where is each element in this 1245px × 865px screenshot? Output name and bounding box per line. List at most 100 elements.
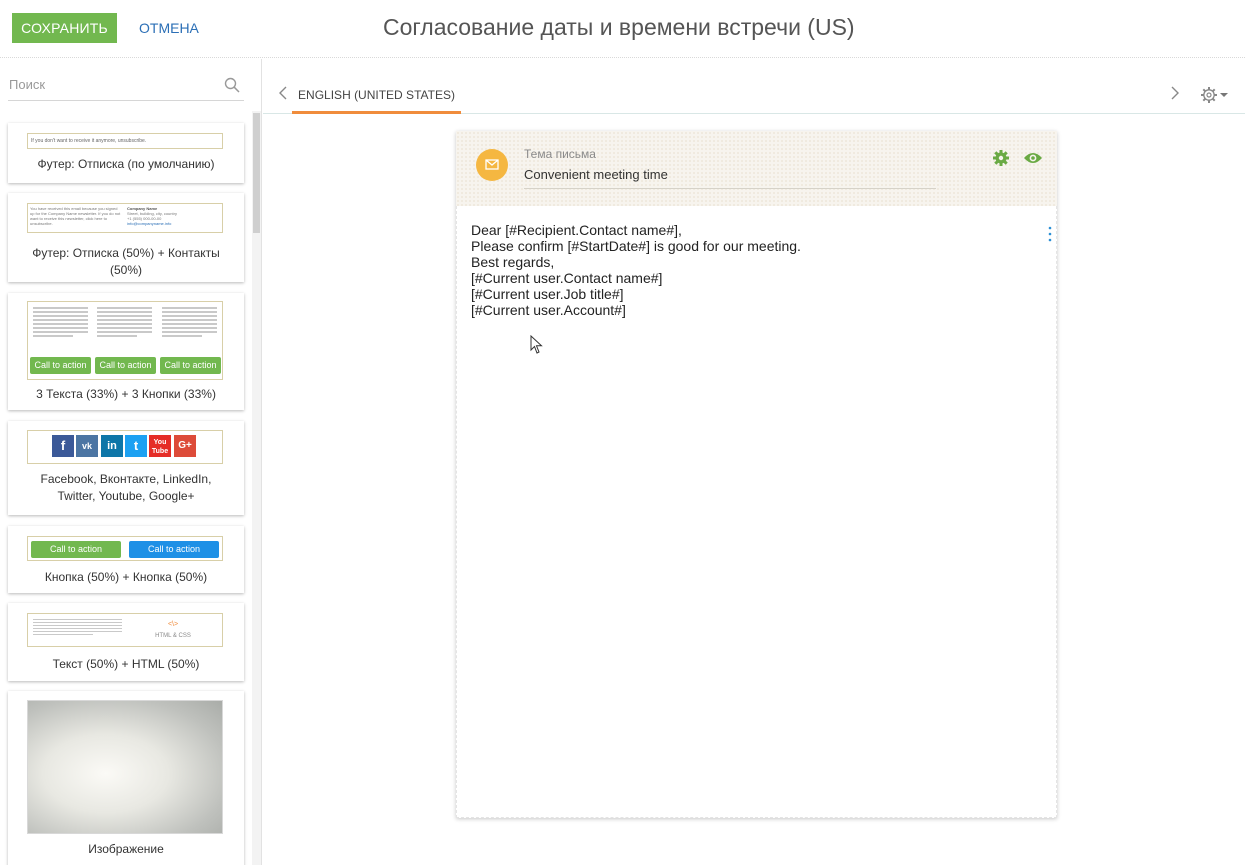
eye-icon[interactable] [1023,151,1043,165]
thumbnail-cta-button: Call to action [95,357,156,374]
google-plus-icon: G+ [174,435,196,457]
thumbnail-html-label: HTML & CSS [155,633,191,639]
email-body-text[interactable]: Dear [#Recipient.Contact name#], Please … [471,222,801,318]
vk-icon: vk [76,435,98,457]
block-thumbnail: f vk in t You Tube G+ [27,430,223,464]
block-image[interactable]: Изображение [8,691,244,865]
save-button[interactable]: СОХРАНИТЬ [12,13,117,43]
text-line [33,323,88,325]
text-line [97,335,137,337]
cancel-button[interactable]: ОТМЕНА [139,13,199,43]
search-icon[interactable] [224,77,240,93]
chevron-right-icon[interactable] [1170,86,1180,100]
sidebar-scrollbar[interactable] [252,111,261,865]
text-line [33,619,122,620]
subject-label: Тема письма [524,147,596,161]
block-thumbnail: You have received this email because you… [27,203,223,233]
scrollbar-thumb[interactable] [253,113,260,233]
thumbnail-text: If you don't want to receive it anymore,… [31,138,147,144]
email-body-editor[interactable]: Dear [#Recipient.Contact name#], Please … [456,206,1057,818]
block-label: Facebook, Вконтакте, LinkedIn, Twitter, … [40,472,212,503]
gear-icon[interactable] [992,149,1010,167]
thumbnail-cta-right: Call to action [129,541,219,558]
text-line [97,327,152,329]
block-two-buttons[interactable]: Call to action Call to action Кнопка (50… [8,526,244,593]
text-line [33,327,88,329]
page-header: СОХРАНИТЬ ОТМЕНА Согласование даты и вре… [0,0,1245,58]
body-line: [#Current user.Contact name#] [471,270,663,286]
envelope-icon [476,149,508,181]
text-line [33,622,122,623]
thumbnail-left-text: You have received this email because you… [30,206,121,226]
block-text-html[interactable]: <\> HTML & CSS Текст (50%) + HTML (50%) [8,603,244,681]
code-icon: <\> [167,621,179,628]
text-line [33,319,88,321]
text-line [162,315,217,317]
text-line [33,315,88,317]
block-social-links[interactable]: f vk in t You Tube G+ Facebook, Вконтакте… [8,421,244,515]
facebook-icon: f [52,435,74,457]
body-line: [#Current user.Account#] [471,302,626,318]
block-footer-unsubscribe[interactable]: If you don't want to receive it anymore,… [8,123,244,183]
text-line [97,331,152,333]
caret-down-icon [1220,93,1228,97]
more-vertical-icon[interactable] [1048,226,1052,242]
block-label: Кнопка (50%) + Кнопка (50%) [44,570,208,584]
text-line [162,307,217,309]
chevron-left-icon[interactable] [278,86,288,100]
block-label: Изображение [88,842,164,856]
text-line [97,307,152,309]
gear-icon[interactable] [1200,85,1230,105]
youtube-icon: You Tube [149,435,171,457]
thumbnail-email: info@companyname.info [127,221,172,226]
page-title: Согласование даты и времени встречи (US) [383,14,855,40]
block-list: If you don't want to receive it anymore,… [0,123,252,865]
text-line [97,311,152,313]
text-line [33,307,88,309]
body-line: [#Current user.Job title#] [471,286,624,302]
tab-english-united-states[interactable]: ENGLISH (UNITED STATES) [292,59,461,114]
subject-section: Тема письма Convenient meeting time [456,131,1057,206]
text-line [33,628,122,629]
body-line: Dear [#Recipient.Contact name#], [471,222,682,238]
subject-input[interactable]: Convenient meeting time [524,167,936,189]
language-tab-bar: ENGLISH (UNITED STATES) [263,59,1245,114]
text-line [97,315,152,317]
content-blocks-sidebar: If you don't want to receive it anymore,… [0,59,262,865]
thumbnail-text-col [94,305,155,339]
text-line [97,319,152,321]
text-line [162,319,217,321]
block-footer-unsubscribe-contacts[interactable]: You have received this email because you… [8,193,244,282]
text-line [33,625,122,626]
search-box [8,73,244,101]
block-thumbnail: Call to action Call to action Call to ac… [27,301,223,380]
text-line [33,331,88,333]
block-three-texts-three-buttons[interactable]: Call to action Call to action Call to ac… [8,293,244,410]
block-thumbnail: If you don't want to receive it anymore,… [27,133,223,149]
text-line [162,323,217,325]
text-line [162,335,202,337]
block-thumbnail: <\> HTML & CSS [27,613,223,647]
block-label: 3 Текста (33%) + 3 Кнопки (33%) [36,387,216,401]
body-line: Best regards, [471,254,555,270]
block-label: Текст (50%) + HTML (50%) [52,657,200,671]
tab-label: ENGLISH (UNITED STATES) [298,88,455,102]
block-label: Футер: Отписка (50%) + Контакты (50%) [32,246,220,277]
text-line [33,634,93,635]
block-label: Футер: Отписка (по умолчанию) [37,157,215,171]
email-editor: Тема письма Convenient meeting time Dear… [456,131,1057,818]
image-placeholder [27,700,223,834]
text-line [97,323,152,325]
text-line [33,335,73,337]
body-line: Please confirm [#StartDate#] is good for… [471,238,801,254]
thumbnail-cta-button: Call to action [160,357,221,374]
search-input[interactable] [9,77,209,92]
mouse-cursor-icon [530,335,543,354]
thumbnail-text-col [30,617,125,637]
text-line [33,311,88,313]
twitter-icon: t [125,435,147,457]
thumbnail-text-col [30,305,91,339]
thumbnail-text-col [159,305,220,339]
text-line [33,631,122,632]
text-line [162,331,217,333]
